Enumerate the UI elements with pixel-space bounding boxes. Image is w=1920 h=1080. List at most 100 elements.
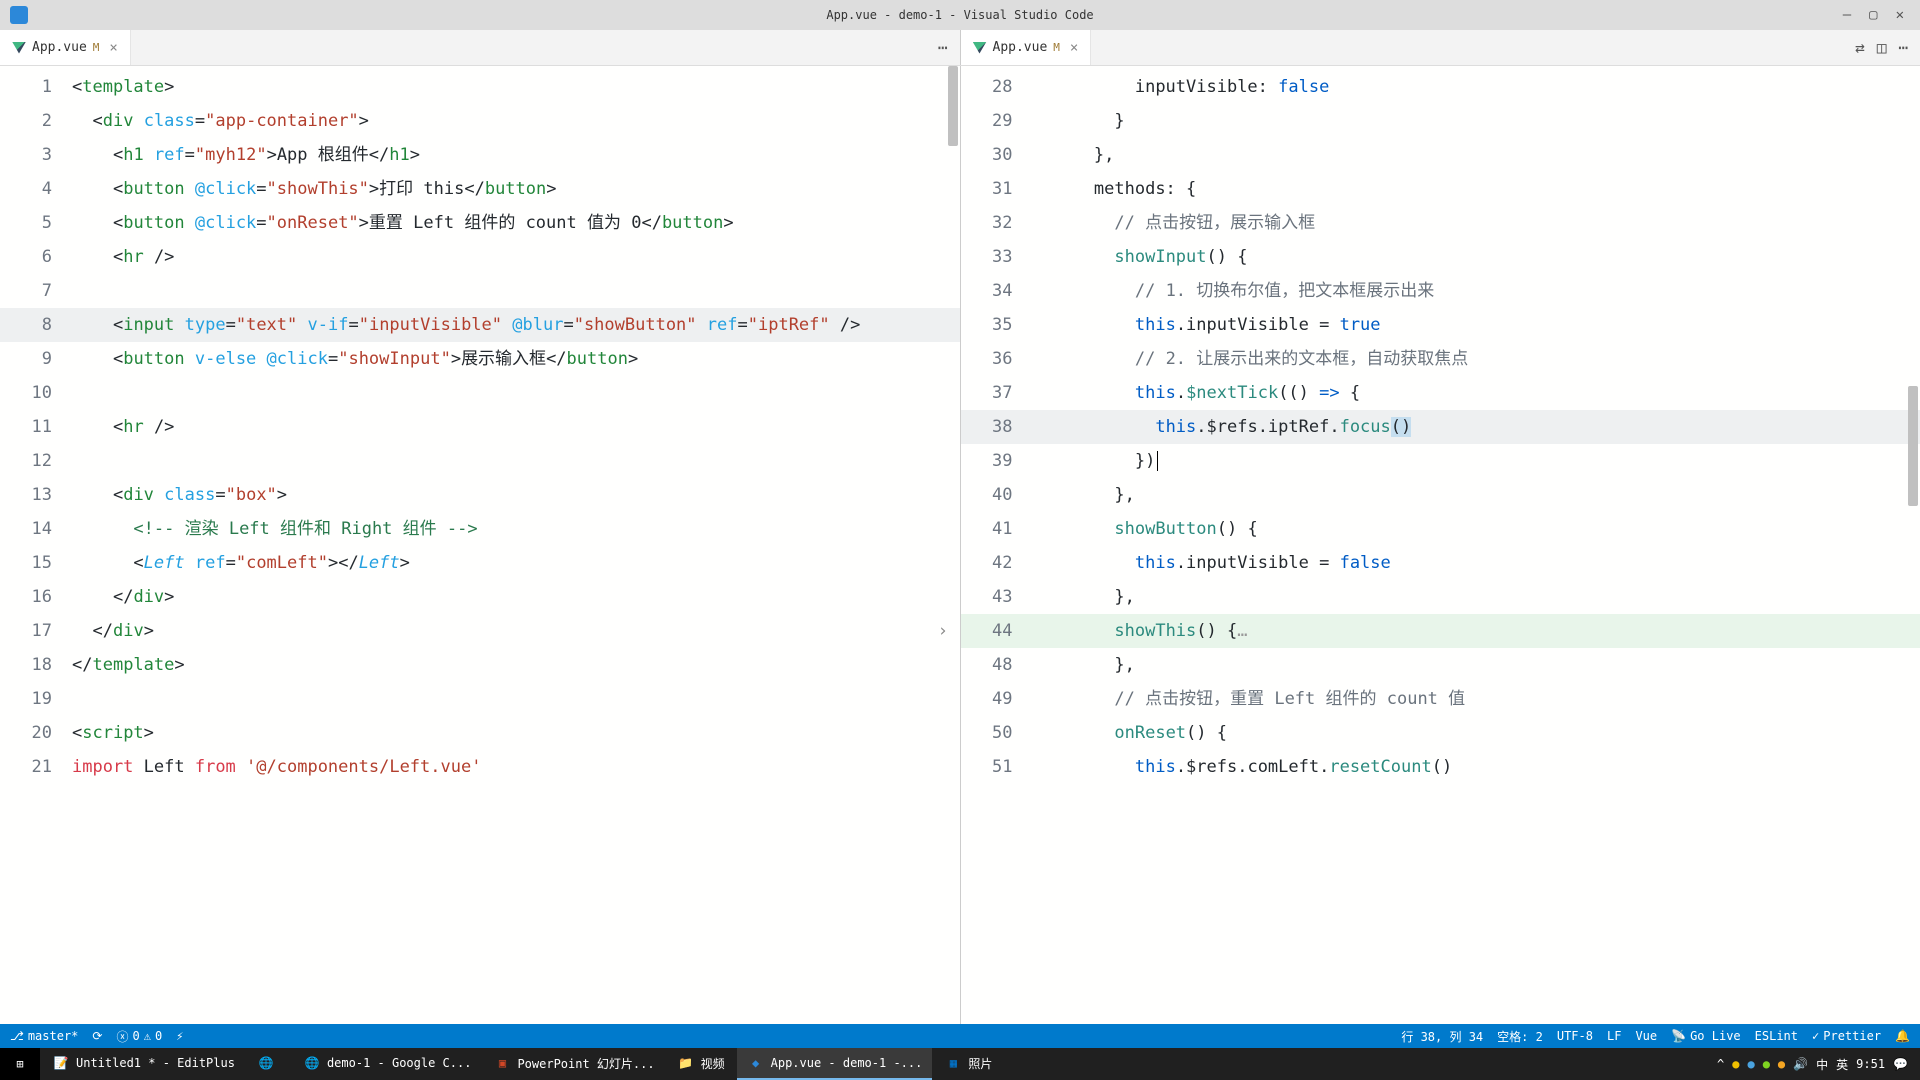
maximize-icon[interactable]: ▢ [1869, 7, 1877, 23]
check-icon: ✓ [1812, 1029, 1819, 1043]
code-line[interactable]: 35 this.inputVisible = true [961, 308, 1920, 342]
code-line[interactable]: 19 [0, 682, 960, 716]
code-line[interactable]: 29 } [961, 104, 1920, 138]
branch-icon: ⎇ [10, 1029, 24, 1043]
start-button[interactable]: ⊞ [0, 1048, 40, 1080]
code-line[interactable]: 1<template> [0, 70, 960, 104]
cursor-position[interactable]: 行 38, 列 34 [1401, 1028, 1483, 1045]
taskbar-item[interactable]: ▦照片 [934, 1048, 1002, 1080]
code-line[interactable]: 42 this.inputVisible = false [961, 546, 1920, 580]
code-line[interactable]: 37 this.$nextTick(() => { [961, 376, 1920, 410]
tab-app-vue-right[interactable]: App.vue M × [961, 30, 1092, 65]
eslint[interactable]: ESLint [1755, 1029, 1798, 1043]
code-line[interactable]: 13 <div class="box"> [0, 478, 960, 512]
code-line[interactable]: 6 <hr /> [0, 240, 960, 274]
code-line[interactable]: 2 <div class="app-container"> [0, 104, 960, 138]
code-line[interactable]: 41 showButton() { [961, 512, 1920, 546]
code-line[interactable]: 43 }, [961, 580, 1920, 614]
close-icon[interactable]: ✕ [1896, 7, 1904, 23]
taskbar-item[interactable]: ▣PowerPoint 幻灯片... [483, 1048, 664, 1080]
code-line[interactable]: 18</template> [0, 648, 960, 682]
vue-file-icon [12, 42, 26, 54]
code-line[interactable]: 32 // 点击按钮，展示输入框 [961, 206, 1920, 240]
code-line[interactable]: 15 <Left ref="comLeft"></Left> [0, 546, 960, 580]
ime-lang[interactable]: 中 [1816, 1056, 1828, 1073]
titlebar: App.vue - demo-1 - Visual Studio Code — … [0, 0, 1920, 30]
editor-pane-right[interactable]: 28 inputVisible: false29 }30 },31 method… [960, 66, 1920, 1024]
volume-icon[interactable]: 🔊 [1793, 1057, 1808, 1071]
code-line[interactable]: 21import Left from '@/components/Left.vu… [0, 750, 960, 784]
language-mode[interactable]: Vue [1635, 1029, 1657, 1043]
tray-icon[interactable]: ● [1778, 1057, 1785, 1071]
code-line[interactable]: 39 }) [961, 444, 1920, 478]
ime-mode[interactable]: 英 [1836, 1056, 1848, 1073]
git-branch[interactable]: ⎇master* [10, 1029, 78, 1043]
tab-close-icon[interactable]: × [105, 40, 117, 56]
sync-icon[interactable]: ⟳ [92, 1029, 102, 1043]
windows-icon: ⊞ [16, 1057, 23, 1071]
scrollbar[interactable] [1906, 66, 1920, 1024]
code-line[interactable]: 31 methods: { [961, 172, 1920, 206]
tab-label: App.vue [32, 40, 87, 55]
code-line[interactable]: 49 // 点击按钮，重置 Left 组件的 count 值 [961, 682, 1920, 716]
split-icon[interactable]: ◫ [1877, 38, 1887, 57]
indentation[interactable]: 空格: 2 [1497, 1028, 1543, 1045]
code-line[interactable]: 34 // 1. 切换布尔值，把文本框展示出来 [961, 274, 1920, 308]
notifications-icon[interactable]: 🔔 [1895, 1029, 1910, 1043]
code-line[interactable]: 48 }, [961, 648, 1920, 682]
code-line[interactable]: ›44 showThis() {… [961, 614, 1920, 648]
eol[interactable]: LF [1607, 1029, 1621, 1043]
taskbar-item[interactable]: 🌐demo-1 - Google C... [293, 1048, 482, 1080]
tab-label: App.vue [993, 40, 1048, 55]
problems[interactable]: ⓧ0 ⚠0 [116, 1028, 162, 1045]
minimize-icon[interactable]: — [1843, 7, 1851, 23]
prettier[interactable]: ✓ Prettier [1812, 1029, 1881, 1043]
tab-close-icon[interactable]: × [1066, 40, 1078, 56]
code-line[interactable]: 33 showInput() { [961, 240, 1920, 274]
taskbar-item-active[interactable]: ◆App.vue - demo-1 -... [737, 1048, 933, 1080]
code-line[interactable]: 14 <!-- 渲染 Left 组件和 Right 组件 --> [0, 512, 960, 546]
code-line[interactable]: 5 <button @click="onReset">重置 Left 组件的 c… [0, 206, 960, 240]
code-line[interactable]: 4 <button @click="showThis">打印 this</but… [0, 172, 960, 206]
clock[interactable]: 9:51 [1856, 1057, 1885, 1071]
folder-icon: 📁 [677, 1054, 695, 1072]
tabs-row: App.vue M × ⋯ App.vue M × ⇄ ◫ ⋯ [0, 30, 1920, 66]
tray-icon[interactable]: ● [1732, 1057, 1739, 1071]
encoding[interactable]: UTF-8 [1557, 1029, 1593, 1043]
more-icon[interactable]: ⋯ [1898, 38, 1908, 57]
photos-icon: ▦ [944, 1054, 962, 1072]
tray-icon[interactable]: ● [1747, 1057, 1754, 1071]
system-tray[interactable]: ^ ● ● ● ● 🔊 中 英 9:51 💬 [1717, 1056, 1920, 1073]
compare-icon[interactable]: ⇄ [1855, 38, 1865, 57]
code-line[interactable]: 50 onReset() { [961, 716, 1920, 750]
port-icon[interactable]: ⚡ [176, 1029, 183, 1043]
taskbar-item[interactable]: 📝Untitled1 * - EditPlus [42, 1048, 245, 1080]
code-line[interactable]: 11 <hr /> [0, 410, 960, 444]
code-line[interactable]: 36 // 2. 让展示出来的文本框，自动获取焦点 [961, 342, 1920, 376]
code-line[interactable]: 8 <input type="text" v-if="inputVisible"… [0, 308, 960, 342]
code-line[interactable]: 30 }, [961, 138, 1920, 172]
warning-icon: ⚠ [144, 1029, 151, 1043]
code-line[interactable]: 17 </div> [0, 614, 960, 648]
action-center-icon[interactable]: 💬 [1893, 1057, 1908, 1071]
taskbar-item[interactable]: 📁视频 [667, 1048, 735, 1080]
editor-pane-left[interactable]: 1<template>2 <div class="app-container">… [0, 66, 960, 1024]
code-line[interactable]: 3 <h1 ref="myh12">App 根组件</h1> [0, 138, 960, 172]
more-icon[interactable]: ⋯ [938, 38, 948, 57]
code-line[interactable]: 16 </div> [0, 580, 960, 614]
code-line[interactable]: 7 [0, 274, 960, 308]
code-line[interactable]: 38 this.$refs.iptRef.focus() [961, 410, 1920, 444]
code-line[interactable]: 28 inputVisible: false [961, 70, 1920, 104]
code-line[interactable]: 10 [0, 376, 960, 410]
tray-icon[interactable]: ● [1763, 1057, 1770, 1071]
code-line[interactable]: 12 [0, 444, 960, 478]
code-line[interactable]: 9 <button v-else @click="showInput">展示输入… [0, 342, 960, 376]
code-line[interactable]: 51 this.$refs.comLeft.resetCount() [961, 750, 1920, 784]
tab-app-vue-left[interactable]: App.vue M × [0, 30, 131, 65]
go-live[interactable]: 📡Go Live [1671, 1029, 1741, 1043]
code-line[interactable]: 20<script> [0, 716, 960, 750]
code-line[interactable]: 40 }, [961, 478, 1920, 512]
taskbar-item[interactable]: 🌐 [247, 1048, 291, 1080]
chevron-up-icon[interactable]: ^ [1717, 1057, 1724, 1071]
scrollbar[interactable] [946, 66, 960, 1024]
